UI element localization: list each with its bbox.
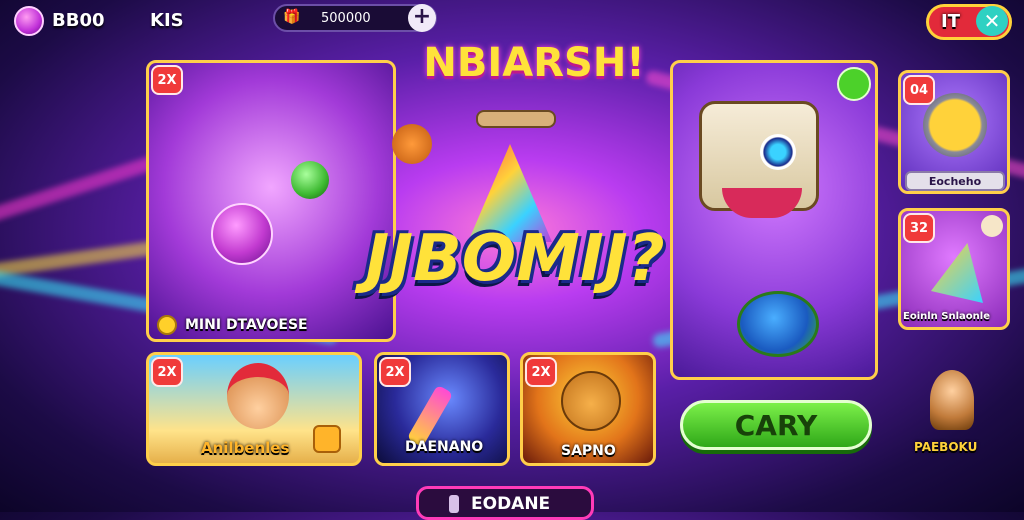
cone-icon bbox=[931, 243, 983, 303]
green-spiky-ball-icon bbox=[291, 161, 329, 199]
green-egg-icon bbox=[737, 291, 819, 357]
featured-badge: 2X bbox=[151, 65, 183, 95]
hero-banner-title: NBIARSH! bbox=[423, 40, 645, 86]
cartoon-boy-icon bbox=[227, 363, 289, 429]
add-currency-button[interactable]: + bbox=[408, 4, 436, 32]
currency-coin-icon bbox=[14, 6, 44, 36]
monster-eye-icon bbox=[760, 134, 796, 170]
monster-card[interactable] bbox=[670, 60, 878, 380]
game-card-2-label: DAENANO bbox=[405, 439, 484, 455]
settings-icon bbox=[981, 215, 1003, 237]
side-card-2-label: Eoinln Snlaonle bbox=[903, 311, 990, 322]
game-card-2[interactable]: 2X DAENANO bbox=[374, 352, 510, 466]
bottom-menu-button[interactable]: EODANE bbox=[416, 486, 594, 520]
side-card-1[interactable]: 04 Eocheho bbox=[898, 70, 1010, 194]
crayon-icon bbox=[406, 384, 454, 448]
side-card-1-badge: 04 bbox=[903, 75, 935, 105]
coin-candy-icon bbox=[392, 124, 432, 164]
player-tag: KIS bbox=[150, 10, 184, 31]
monkey-mascot-icon bbox=[930, 370, 974, 430]
game-card-1-label: Anilbenles bbox=[201, 439, 290, 457]
gift-box-icon bbox=[313, 425, 341, 453]
featured-card[interactable]: 2X MINI DTAVOESE bbox=[146, 60, 396, 342]
game-card-3-badge: 2X bbox=[525, 357, 557, 387]
game-card-3[interactable]: 2X SAPNO bbox=[520, 352, 656, 466]
featured-label: MINI DTAVOESE bbox=[185, 317, 308, 333]
side-card-1-label: Eocheho bbox=[905, 171, 1005, 191]
monster-mouth-icon bbox=[722, 188, 802, 218]
gift-icon: 🎁 bbox=[283, 9, 301, 25]
close-button[interactable]: ✕ bbox=[976, 6, 1008, 36]
mascot-label: PAEBOKU bbox=[914, 440, 978, 454]
top-bar: BB00 KIS 🎁 500000 + IT ✕ bbox=[0, 0, 1024, 40]
currency-label: BB00 bbox=[52, 10, 105, 31]
game-card-1[interactable]: 2X Anilbenles bbox=[146, 352, 362, 466]
game-card-1-badge: 2X bbox=[151, 357, 183, 387]
bottom-menu-label: EODANE bbox=[471, 494, 551, 514]
bear-icon bbox=[561, 371, 621, 431]
bottle-icon bbox=[449, 495, 459, 513]
coin-icon bbox=[157, 315, 177, 335]
play-button[interactable]: CARY bbox=[680, 400, 872, 450]
currency-value: 500000 bbox=[321, 11, 371, 26]
checkmark-icon bbox=[837, 67, 871, 101]
side-card-2-badge: 32 bbox=[903, 213, 935, 243]
close-pill-label: IT bbox=[941, 11, 960, 32]
smiley-robot-icon bbox=[923, 93, 987, 157]
hammer-icon bbox=[476, 110, 556, 128]
game-title: JJBOMIJ? bbox=[300, 222, 730, 296]
glowing-orb-icon bbox=[211, 203, 273, 265]
monster-creature-icon bbox=[699, 101, 819, 218]
side-card-2[interactable]: 32 Eoinln Snlaonle bbox=[898, 208, 1010, 330]
game-card-3-label: SAPNO bbox=[561, 443, 616, 459]
game-card-2-badge: 2X bbox=[379, 357, 411, 387]
